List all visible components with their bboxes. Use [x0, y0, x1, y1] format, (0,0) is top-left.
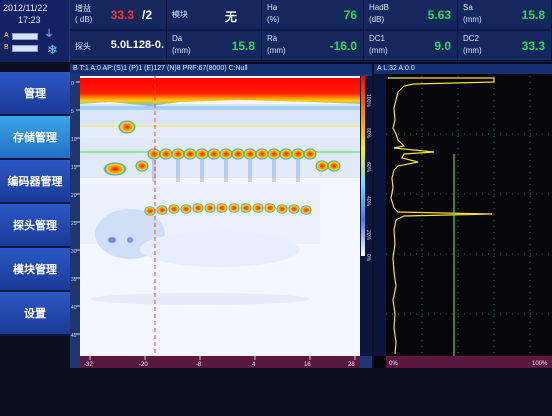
time-text: 17:23 — [18, 15, 41, 25]
ra-label: Ra — [267, 34, 278, 43]
menu-item-module[interactable]: 模块管理 — [0, 248, 70, 292]
ha-label: Ha — [267, 3, 278, 12]
battery-a: A — [4, 32, 38, 40]
menu-item-encoder[interactable]: 编码器管理 — [0, 160, 70, 204]
block-cell[interactable]: 模块 无 — [167, 0, 262, 30]
block-label: 模块 — [172, 10, 188, 19]
dc1-cell[interactable]: DC1 (mm) 9.0 — [364, 31, 458, 61]
gain-cell[interactable]: 增益 ( dB) /2 33.3 — [70, 0, 167, 30]
dc1-label: DC1 — [369, 34, 386, 43]
probe-label: 探头 — [75, 42, 91, 51]
ha-value: 76 — [343, 8, 357, 22]
dc2-cell[interactable]: DC2 (mm) 33.3 — [458, 31, 552, 61]
hadb-label: HadB — [369, 3, 390, 12]
bscan-left-tick-7: 35 — [71, 277, 77, 283]
dc1-unit: (mm) — [369, 46, 388, 55]
ra-unit: (mm) — [267, 46, 286, 55]
snowflake-icon: ❄ — [47, 42, 58, 57]
color-tick-4: 20% — [365, 230, 371, 241]
date-text: 2012/11/22 — [3, 3, 48, 13]
hadb-value: 5.63 — [427, 8, 451, 22]
sa-cell[interactable]: Sa (mm) 15.8 — [458, 0, 552, 30]
bscan-left-tick-0: 0 — [71, 81, 74, 87]
defect-blob-2 — [103, 162, 127, 176]
ascan-plot[interactable]: 0% 100% — [374, 74, 552, 368]
sa-unit: (mm) — [463, 15, 482, 24]
battery-b: B — [4, 44, 38, 52]
ha-unit: (%) — [267, 15, 280, 24]
bscan-left-tick-9: 45 — [71, 333, 77, 339]
menu-item-manage[interactable]: 管理 — [0, 72, 70, 116]
bscan-image[interactable]: 0 5 10 15 20 25 30 35 40 45 100% 80% 60%… — [70, 74, 372, 368]
bscan-bottom-tick-1: -20 — [139, 362, 148, 368]
ha-cell[interactable]: Ha (%) 76 — [262, 0, 364, 30]
ra-cell[interactable]: Ra (mm) -16.0 — [262, 31, 364, 61]
color-tick-2: 60% — [365, 162, 371, 173]
dc1-value: 9.0 — [434, 39, 451, 53]
bscan-left-tick-5: 25 — [71, 221, 77, 227]
ra-value: -16.0 — [329, 39, 357, 53]
bscan-bottom-tick-5: 28 — [348, 362, 355, 368]
ascan-bottom-ruler — [386, 356, 552, 368]
dc2-value: 33.3 — [521, 39, 545, 53]
clock-panel: 2012/11/22 17:23 A B ⏚ ❄ — [0, 0, 70, 62]
da-cell[interactable]: Da (mm) 15.8 — [167, 31, 262, 61]
status-header: 2012/11/22 17:23 A B ⏚ ❄ 增益 ( dB) /2 33.… — [0, 0, 552, 62]
ascan-left-ruler — [374, 74, 386, 356]
color-scale — [361, 76, 365, 256]
bscan-left-tick-2: 10 — [71, 137, 77, 143]
ascan-bottom-tick-1: 100% — [532, 361, 548, 367]
menu-item-storage[interactable]: 存储管理 — [0, 116, 70, 160]
da-label: Da — [172, 34, 183, 43]
defect-blob-1 — [118, 120, 136, 134]
bscan-left-tick-8: 40 — [71, 305, 77, 311]
sa-label: Sa — [463, 3, 473, 12]
ascan-waveform — [388, 77, 495, 355]
hadb-unit: (dB) — [369, 15, 385, 24]
gain-value: 33.3 — [110, 8, 134, 22]
color-tick-5: 0% — [365, 254, 371, 262]
probe-cell[interactable]: 探头 5.0L128-0. — [70, 31, 167, 61]
battery-b-icon — [12, 45, 38, 52]
ascan-panel[interactable]: 0% 100% — [374, 74, 552, 368]
gain-suffix: /2 — [141, 8, 152, 22]
dc2-unit: (mm) — [463, 46, 482, 55]
color-tick-3: 40% — [365, 196, 371, 207]
bscan-left-tick-3: 15 — [71, 165, 77, 171]
battery-a-label: A — [4, 32, 9, 39]
battery-b-label: B — [4, 44, 9, 51]
ascan-header: A L:32 A:0.0 — [374, 64, 552, 74]
gain-label: 增益 — [75, 4, 91, 13]
bscan-left-tick-1: 5 — [71, 109, 74, 115]
block-value: 无 — [224, 10, 237, 24]
bscan-bottom-tick-4: 16 — [304, 362, 311, 368]
dc2-label: DC2 — [463, 34, 480, 43]
bscan-panel[interactable]: 0 5 10 15 20 25 30 35 40 45 100% 80% 60%… — [70, 74, 372, 368]
side-menu: 管理 存储管理 编码器管理 探头管理 模块管理 设置 — [0, 72, 70, 336]
battery-a-icon — [12, 33, 38, 40]
gain-unit: ( dB) — [75, 15, 93, 24]
ascan-bottom-tick-0: 0% — [389, 361, 398, 367]
bscan-bottom-ruler — [80, 356, 360, 368]
hadb-cell[interactable]: HadB (dB) 5.63 — [364, 0, 458, 30]
da-unit: (mm) — [172, 46, 191, 55]
probe-value: 5.0L128-0. — [110, 39, 164, 51]
menu-item-probe[interactable]: 探头管理 — [0, 204, 70, 248]
menu-item-settings[interactable]: 设置 — [0, 292, 70, 336]
bscan-left-tick-4: 20 — [71, 193, 77, 199]
power-plug-icon: ⏚ — [44, 29, 54, 40]
bscan-bottom-tick-0: -32 — [84, 362, 93, 368]
bscan-left-tick-6: 30 — [71, 249, 77, 255]
bscan-header: B T:1 A:0 AP:(S)1 (P)1 (E)127 (N)8 PRF:6… — [70, 64, 372, 74]
da-value: 15.8 — [231, 39, 255, 53]
color-tick-1: 80% — [365, 128, 371, 139]
sa-value: 15.8 — [521, 8, 545, 22]
color-tick-0: 100% — [365, 94, 371, 107]
bscan-bottom-tick-2: -8 — [196, 362, 202, 368]
